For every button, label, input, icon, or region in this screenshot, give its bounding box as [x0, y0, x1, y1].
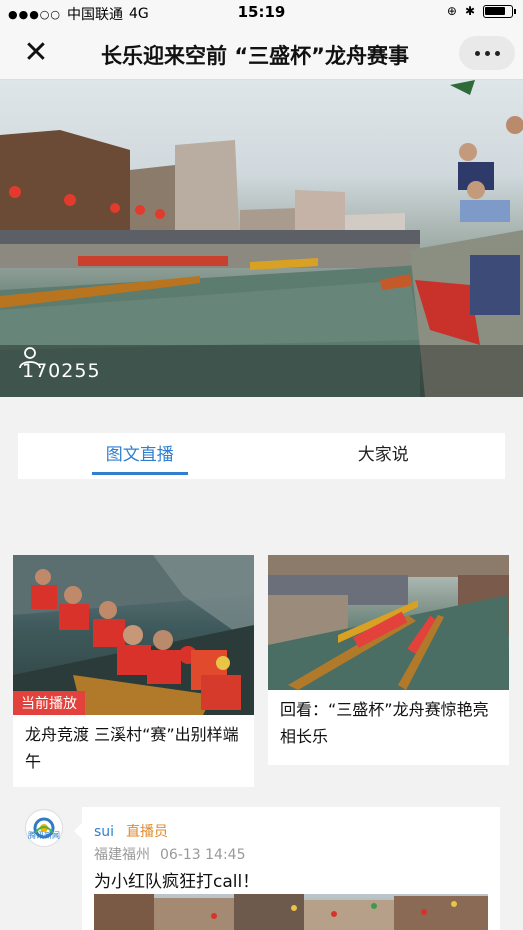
more-icon[interactable]	[459, 36, 515, 70]
now-playing-badge: 当前播放	[13, 691, 85, 715]
status-time: 15:19	[237, 3, 286, 21]
comment-photo[interactable]	[94, 894, 488, 930]
video-thumbnail: 当前播放	[13, 555, 254, 715]
video-card-current[interactable]: 当前播放 龙舟竞渡 三溪村“赛”出别样端午	[13, 555, 254, 787]
tab-live-text[interactable]: 图文直播	[18, 433, 262, 479]
video-title: 龙舟竞渡 三溪村“赛”出别样端午	[25, 725, 239, 771]
comment-time: 06-13 14:45	[160, 847, 246, 863]
status-right: ⊕ ✱	[446, 4, 516, 18]
comment-text: 为小红队疯狂打call！	[94, 872, 260, 892]
status-bar: ●●●○○ 中国联通 4G 15:19 ⊕ ✱	[0, 0, 523, 26]
rotation-lock-icon: ⊕	[446, 4, 457, 18]
viewer-bar: 170255	[0, 345, 523, 397]
bluetooth-icon: ✱	[464, 4, 475, 18]
comment-location: 福建福州	[94, 847, 150, 863]
author-name[interactable]: sui	[94, 824, 114, 840]
video-list: 当前播放 龙舟竞渡 三溪村“赛”出别样端午 回看：“三盛杯”龙舟赛惊艳亮相长乐	[0, 547, 523, 792]
comment-author-line: sui 直播员	[94, 821, 168, 841]
live-feed: 腾讯新闻 sui 直播员 福建福州 06-13 14:45 为小红队疯狂打call！	[0, 792, 523, 930]
source-logo	[25, 809, 63, 847]
video-title: 回看：“三盛杯”龙舟赛惊艳亮相长乐	[280, 700, 489, 746]
video-thumbnail	[268, 555, 509, 690]
tabs-area: 图文直播 大家说	[0, 397, 523, 547]
author-role: 直播员	[126, 824, 169, 840]
page-title: 长乐迎来空前 “三盛杯”龙舟赛事	[101, 44, 409, 68]
comment-meta: 福建福州 06-13 14:45	[94, 844, 245, 864]
video-card-replay[interactable]: 回看：“三盛杯”龙舟赛惊艳亮相长乐	[268, 555, 509, 765]
close-icon[interactable]: ✕	[20, 38, 52, 70]
source-logo-label: 腾讯新闻	[28, 831, 60, 840]
tab-bar: 图文直播 大家说	[18, 433, 505, 479]
nav-bar: ✕ 长乐迎来空前 “三盛杯”龙舟赛事	[0, 26, 523, 80]
hero-image: 170255	[0, 80, 523, 397]
street-scene	[94, 894, 488, 930]
battery-level	[485, 6, 505, 15]
battery-icon	[483, 4, 516, 18]
user-icon	[19, 347, 41, 369]
tab-comments[interactable]: 大家说	[262, 433, 506, 479]
race-scene	[268, 555, 509, 690]
comment-card: sui 直播员 福建福州 06-13 14:45 为小红队疯狂打call！	[74, 807, 500, 930]
